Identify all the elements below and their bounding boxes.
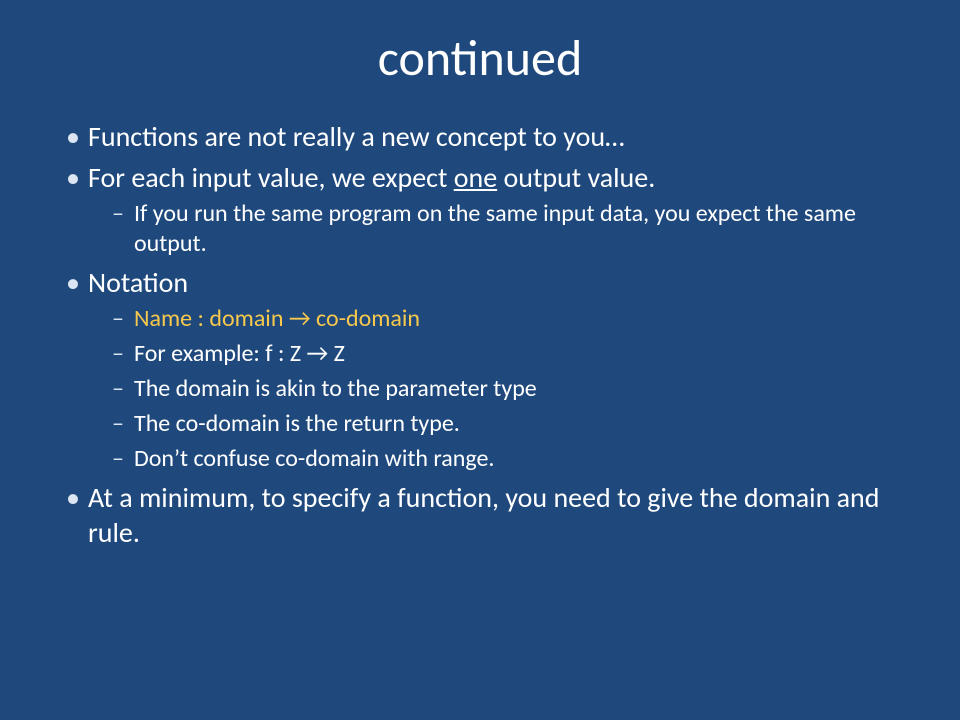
bullet-text: At a minimum, to specify a function, you… <box>88 480 879 550</box>
sub-bullet-text: The co-domain is the return type. <box>134 409 460 438</box>
slide: continued Functions are not really a new… <box>0 0 960 720</box>
slide-title: continued <box>60 28 900 89</box>
sub-bullet-text: If you run the same program on the same … <box>134 199 856 258</box>
bullet-item: Functions are not really a new concept t… <box>60 119 900 154</box>
sub-bullet-item: For example: f : Z → Z <box>112 339 900 369</box>
sub-bullet-item: If you run the same program on the same … <box>112 199 900 259</box>
bullet-text: Functions are not really a new concept t… <box>88 119 624 154</box>
sub-bullet-list: Name : domain → co-domain For example: f… <box>88 304 900 474</box>
bullet-item: For each input value, we expect one outp… <box>60 160 900 259</box>
bullet-item: At a minimum, to specify a function, you… <box>60 480 900 550</box>
sub-bullet-item-accent: Name : domain → co-domain <box>112 304 900 334</box>
sub-bullet-item: Don’t confuse co-domain with range. <box>112 444 900 474</box>
bullet-text: Notation <box>88 265 188 300</box>
sub-bullet-text: Don’t confuse co-domain with range. <box>134 444 495 473</box>
sub-bullet-text: Name : domain → co-domain <box>134 304 420 333</box>
bullet-text-pre: For each input value, we expect <box>88 160 454 195</box>
bullet-text-post: output value. <box>497 160 655 195</box>
sub-bullet-list: If you run the same program on the same … <box>88 199 900 259</box>
sub-bullet-item: The co-domain is the return type. <box>112 409 900 439</box>
sub-bullet-text: For example: f : Z → Z <box>134 339 345 368</box>
sub-bullet-text: The domain is akin to the parameter type <box>134 374 537 403</box>
bullet-item: Notation Name : domain → co-domain For e… <box>60 265 900 474</box>
bullet-list: Functions are not really a new concept t… <box>60 119 900 550</box>
bullet-text-underlined: one <box>454 160 497 195</box>
sub-bullet-item: The domain is akin to the parameter type <box>112 374 900 404</box>
